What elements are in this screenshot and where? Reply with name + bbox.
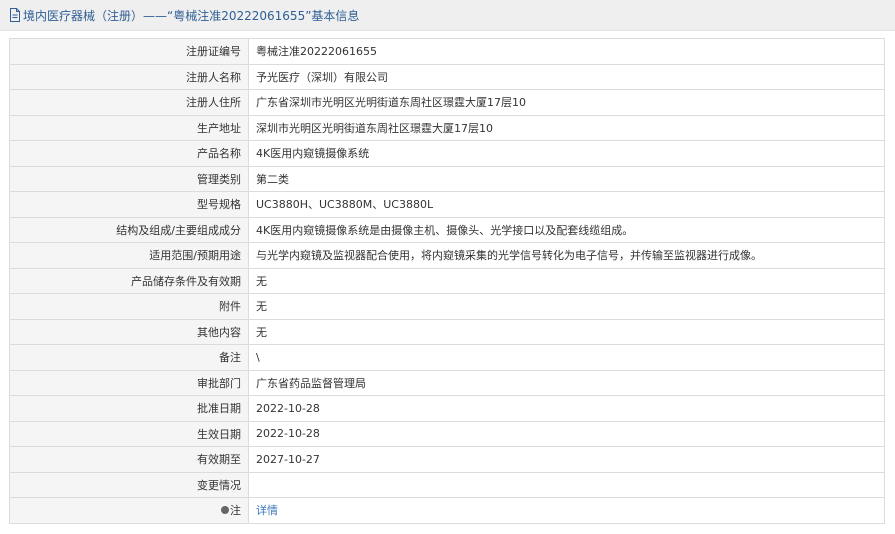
field-label: 备注	[9, 344, 249, 371]
table-row: 注册人名称 予光医疗（深圳）有限公司	[9, 63, 885, 90]
pin-icon	[221, 506, 229, 515]
page-title: 境内医疗器械（注册）——“粤械注准20222061655”基本信息	[23, 8, 360, 23]
note-label-cell: 注	[9, 497, 249, 524]
field-label: 产品名称	[9, 140, 249, 167]
field-label: 变更情况	[9, 471, 249, 498]
table-row: 管理类别 第二类	[9, 165, 885, 192]
field-label: 生产地址	[9, 114, 249, 141]
table-row: 生效日期 2022-10-28	[9, 420, 885, 447]
field-value: 予光医疗（深圳）有限公司	[248, 63, 885, 90]
field-label: 附件	[9, 293, 249, 320]
record-detail-table: 注册证编号 粤械注准20222061655 注册人名称 予光医疗（深圳）有限公司…	[9, 38, 885, 524]
field-value: 深圳市光明区光明街道东周社区璟霆大厦17层10	[248, 114, 885, 141]
field-label: 产品储存条件及有效期	[9, 267, 249, 294]
page-title-bar: 境内医疗器械（注册）——“粤械注准20222061655”基本信息	[0, 0, 895, 31]
table-row: 变更情况	[9, 471, 885, 498]
field-label: 注册证编号	[9, 38, 249, 65]
field-label: 其他内容	[9, 318, 249, 345]
field-value: 2022-10-28	[248, 395, 885, 422]
table-row: 产品名称 4K医用内窥镜摄像系统	[9, 140, 885, 167]
field-label: 生效日期	[9, 420, 249, 447]
table-row: 备注 \	[9, 344, 885, 371]
field-value: 广东省药品监督管理局	[248, 369, 885, 396]
table-row: 批准日期 2022-10-28	[9, 395, 885, 422]
table-row: 有效期至 2027-10-27	[9, 446, 885, 473]
table-row: 注册人住所 广东省深圳市光明区光明街道东周社区璟霆大厦17层10	[9, 89, 885, 116]
field-value: 2027-10-27	[248, 446, 885, 473]
field-value	[248, 471, 885, 498]
table-row: 审批部门 广东省药品监督管理局	[9, 369, 885, 396]
field-value: 2022-10-28	[248, 420, 885, 447]
field-label: 注册人名称	[9, 63, 249, 90]
table-row: 其他内容 无	[9, 318, 885, 345]
note-label: 注	[230, 504, 241, 518]
table-row: 生产地址 深圳市光明区光明街道东周社区璟霆大厦17层10	[9, 114, 885, 141]
field-value: UC3880H、UC3880M、UC3880L	[248, 191, 885, 218]
field-value: 无	[248, 293, 885, 320]
field-value: 广东省深圳市光明区光明街道东周社区璟霆大厦17层10	[248, 89, 885, 116]
field-label: 型号规格	[9, 191, 249, 218]
note-value-cell: 详情	[248, 497, 885, 524]
field-value: 粤械注准20222061655	[248, 38, 885, 65]
table-row: 注册证编号 粤械注准20222061655	[9, 38, 885, 65]
field-label: 有效期至	[9, 446, 249, 473]
table-row: 附件 无	[9, 293, 885, 320]
document-icon	[9, 8, 21, 22]
table-row: 适用范围/预期用途 与光学内窥镜及监视器配合使用，将内窥镜采集的光学信号转化为电…	[9, 242, 885, 269]
table-row: 产品储存条件及有效期 无	[9, 267, 885, 294]
field-value: 无	[248, 267, 885, 294]
field-label: 审批部门	[9, 369, 249, 396]
field-value: 4K医用内窥镜摄像系统	[248, 140, 885, 167]
field-value: 与光学内窥镜及监视器配合使用，将内窥镜采集的光学信号转化为电子信号，并传输至监视…	[248, 242, 885, 269]
field-label: 注册人住所	[9, 89, 249, 116]
field-label: 批准日期	[9, 395, 249, 422]
field-label: 适用范围/预期用途	[9, 242, 249, 269]
field-label: 结构及组成/主要组成成分	[9, 216, 249, 243]
table-row-note: 注 详情	[9, 497, 885, 524]
field-value: 第二类	[248, 165, 885, 192]
table-row: 型号规格 UC3880H、UC3880M、UC3880L	[9, 191, 885, 218]
field-value: \	[248, 344, 885, 371]
details-link[interactable]: 详情	[256, 504, 278, 517]
field-value: 4K医用内窥镜摄像系统是由摄像主机、摄像头、光学接口以及配套线缆组成。	[248, 216, 885, 243]
table-row: 结构及组成/主要组成成分 4K医用内窥镜摄像系统是由摄像主机、摄像头、光学接口以…	[9, 216, 885, 243]
field-label: 管理类别	[9, 165, 249, 192]
field-value: 无	[248, 318, 885, 345]
